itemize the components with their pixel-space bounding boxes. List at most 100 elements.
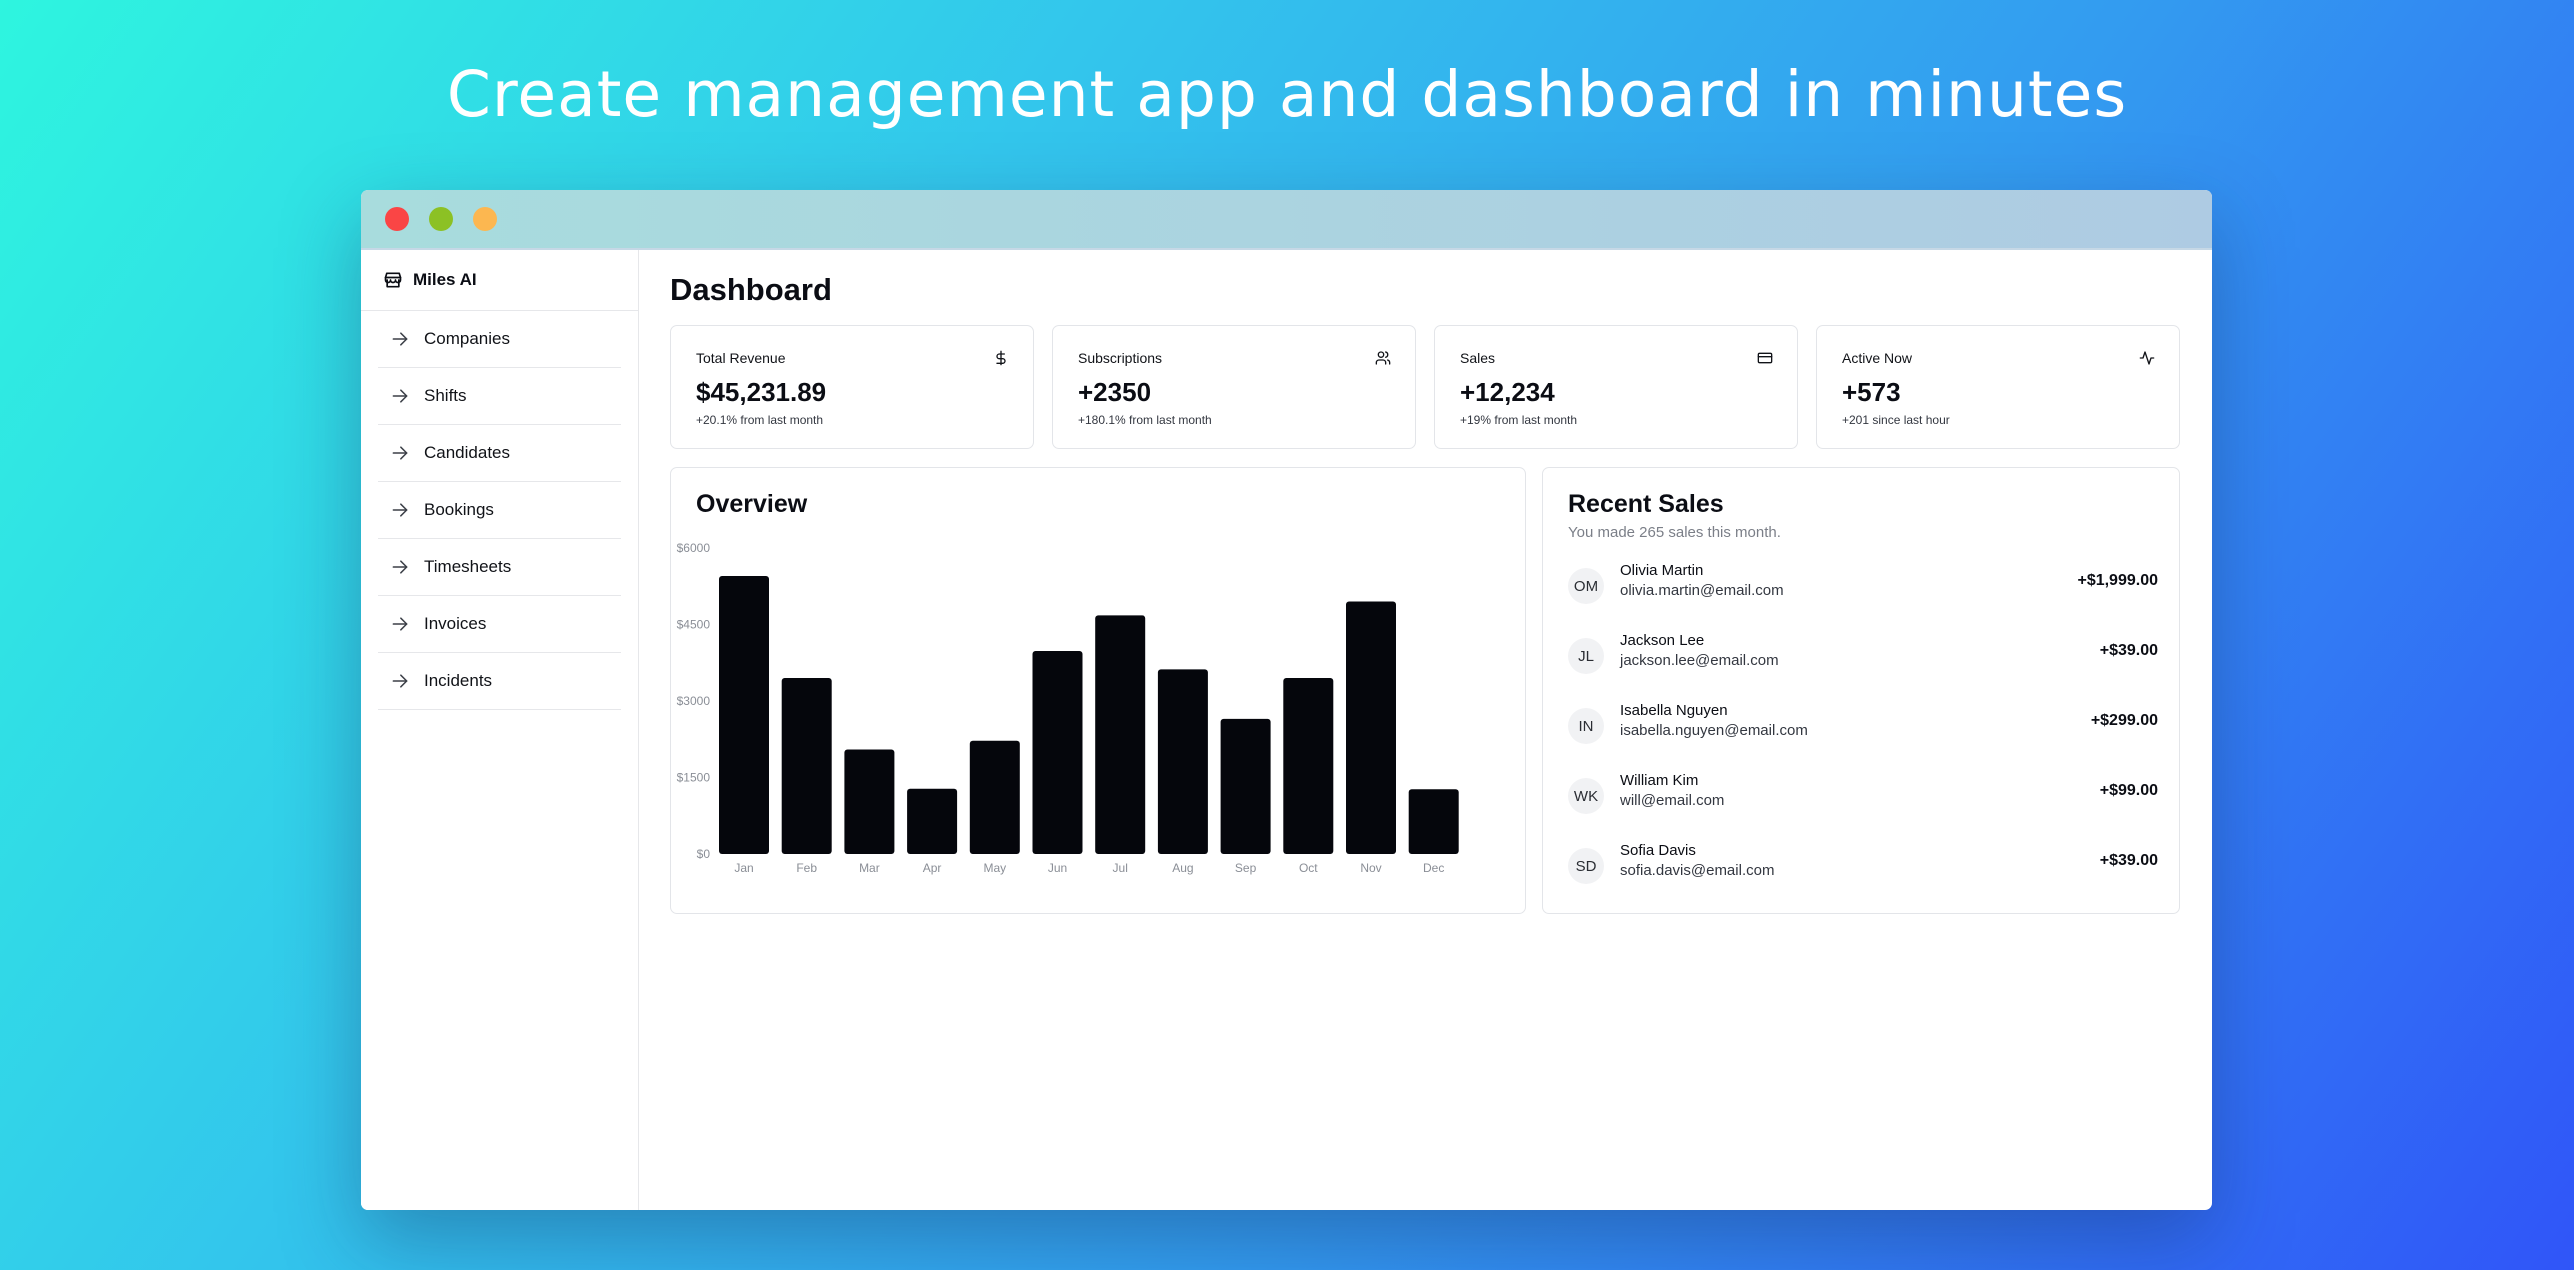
maximize-window-button[interactable]: [473, 207, 497, 231]
x-tick-label: Nov: [1360, 861, 1381, 875]
stat-change: +19% from last month: [1460, 413, 1578, 427]
avatar: JL: [1568, 638, 1604, 674]
customer-email: jackson.lee@email.com: [1620, 652, 1779, 669]
sidebar-item-shifts[interactable]: Shifts: [378, 368, 621, 425]
main-content: Dashboard Total Revenue $45,231.89 +20.1…: [670, 250, 2180, 1210]
sidebar-item-label: Invoices: [424, 614, 487, 633]
arrow-right-icon: [392, 332, 408, 346]
x-tick-label: Apr: [923, 861, 942, 875]
x-tick-label: Jul: [1113, 861, 1128, 875]
credit-card-icon: [1757, 352, 1773, 364]
customer-name: Sofia Davis: [1620, 842, 1696, 859]
window-titlebar: [361, 190, 2212, 250]
sale-amount: +$39.00: [2099, 642, 2158, 659]
stat-value: +2350: [1078, 377, 1152, 407]
avatar: WK: [1568, 778, 1604, 814]
headline: Create management app and dashboard in m…: [446, 58, 2128, 131]
sidebar-item-bookings[interactable]: Bookings: [378, 482, 621, 539]
y-tick-label: $0: [697, 847, 711, 861]
stat-card-subscriptions: Subscriptions +2350 +180.1% from last mo…: [1052, 325, 1416, 449]
sale-row: IN Isabella Nguyen isabella.nguyen@email…: [1568, 702, 2158, 752]
customer-name: Olivia Martin: [1620, 562, 1704, 579]
dollar-icon: [996, 350, 1006, 366]
x-tick-label: Aug: [1172, 861, 1193, 875]
activity-icon: [2139, 351, 2155, 365]
x-tick-label: Mar: [859, 861, 880, 875]
sale-amount: +$299.00: [2090, 712, 2158, 729]
sidebar-item-label: Candidates: [424, 443, 511, 462]
y-tick-label: $3000: [677, 694, 711, 708]
stat-label: Total Revenue: [696, 350, 786, 366]
customer-email: olivia.martin@email.com: [1620, 582, 1784, 599]
stat-label: Active Now: [1842, 350, 1913, 366]
customer-email: will@email.com: [1620, 792, 1725, 809]
sale-amount: +$1,999.00: [2077, 572, 2158, 589]
chart-bar: [907, 788, 958, 854]
x-tick-label: May: [983, 861, 1006, 875]
stat-value: $45,231.89: [696, 377, 827, 407]
customer-name: William Kim: [1620, 772, 1699, 789]
sidebar-item-label: Companies: [424, 329, 510, 348]
recent-sales-subtitle: You made 265 sales this month.: [1568, 524, 1781, 541]
sale-row: OM Olivia Martin olivia.martin@email.com…: [1568, 562, 2158, 612]
stat-value: +12,234: [1460, 377, 1555, 407]
sidebar-item-invoices[interactable]: Invoices: [378, 596, 621, 653]
x-tick-label: Sep: [1235, 861, 1257, 875]
app-window: Miles AI Companies Shifts Candidates Boo…: [361, 190, 2212, 1210]
stat-change: +201 since last hour: [1842, 413, 1950, 427]
chart-bar: [1220, 718, 1271, 854]
brand[interactable]: Miles AI: [361, 250, 638, 311]
avatar: OM: [1568, 568, 1604, 604]
recent-sales-title: Recent Sales: [1568, 490, 1724, 518]
arrow-right-icon: [392, 617, 408, 631]
x-tick-label: Jun: [1048, 861, 1067, 875]
chart-bar: [719, 576, 769, 854]
stat-change: +20.1% from last month: [696, 413, 824, 427]
avatar: SD: [1568, 848, 1604, 884]
sidebar-nav: Companies Shifts Candidates Bookings Tim…: [361, 311, 638, 710]
brand-name: Miles AI: [413, 270, 477, 289]
recent-sales-card: Recent Sales You made 265 sales this mon…: [1542, 467, 2180, 914]
overview-card: Overview $0 $1500 $3000 $4500 $6000 Jan Feb Mar…: [670, 467, 1526, 914]
x-tick-label: Feb: [796, 861, 817, 875]
arrow-right-icon: [392, 503, 408, 517]
y-tick-label: $4500: [677, 618, 711, 632]
sidebar: Miles AI Companies Shifts Candidates Boo…: [361, 250, 639, 1210]
chart-bar: [1346, 601, 1396, 854]
sidebar-item-label: Shifts: [424, 386, 467, 405]
customer-name: Jackson Lee: [1620, 632, 1705, 649]
close-window-button[interactable]: [385, 207, 409, 231]
y-tick-label: $1500: [677, 771, 711, 785]
sidebar-item-timesheets[interactable]: Timesheets: [378, 539, 621, 596]
chart-bar: [1157, 669, 1208, 854]
chart-bar: [1408, 789, 1459, 854]
minimize-window-button[interactable]: [429, 207, 453, 231]
sale-amount: +$99.00: [2099, 782, 2158, 799]
sale-row: JL Jackson Lee jackson.lee@email.com +$3…: [1568, 632, 2158, 682]
page-title: Dashboard: [670, 272, 832, 307]
overview-bar-chart: $0 $1500 $3000 $4500 $6000 Jan Feb Mar Apr May Jun…: [677, 541, 1459, 875]
x-tick-label: Dec: [1423, 861, 1444, 875]
chart-bar: [1032, 651, 1083, 854]
customer-name: Isabella Nguyen: [1620, 702, 1728, 719]
sale-amount: +$39.00: [2099, 852, 2158, 869]
y-tick-label: $6000: [677, 541, 711, 555]
sale-row: SD Sofia Davis sofia.davis@email.com +$3…: [1568, 842, 2158, 892]
arrow-right-icon: [392, 674, 408, 688]
stat-value: +573: [1842, 377, 1901, 407]
sale-row: WK William Kim will@email.com +$99.00: [1568, 772, 2158, 822]
stat-card-active-now: Active Now +573 +201 since last hour: [1816, 325, 2180, 449]
x-tick-label: Oct: [1299, 861, 1318, 875]
users-icon: [1375, 351, 1391, 365]
sidebar-item-label: Incidents: [424, 671, 493, 690]
stat-change: +180.1% from last month: [1078, 413, 1212, 427]
sidebar-item-companies[interactable]: Companies: [378, 311, 621, 368]
x-tick-label: Jan: [734, 861, 753, 875]
sidebar-item-incidents[interactable]: Incidents: [378, 653, 621, 710]
stat-card-sales: Sales +12,234 +19% from last month: [1434, 325, 1798, 449]
avatar: IN: [1568, 708, 1604, 744]
sidebar-item-candidates[interactable]: Candidates: [378, 425, 621, 482]
customer-email: sofia.davis@email.com: [1620, 862, 1775, 879]
chart-bar: [969, 740, 1020, 854]
chart-bar: [781, 678, 832, 854]
